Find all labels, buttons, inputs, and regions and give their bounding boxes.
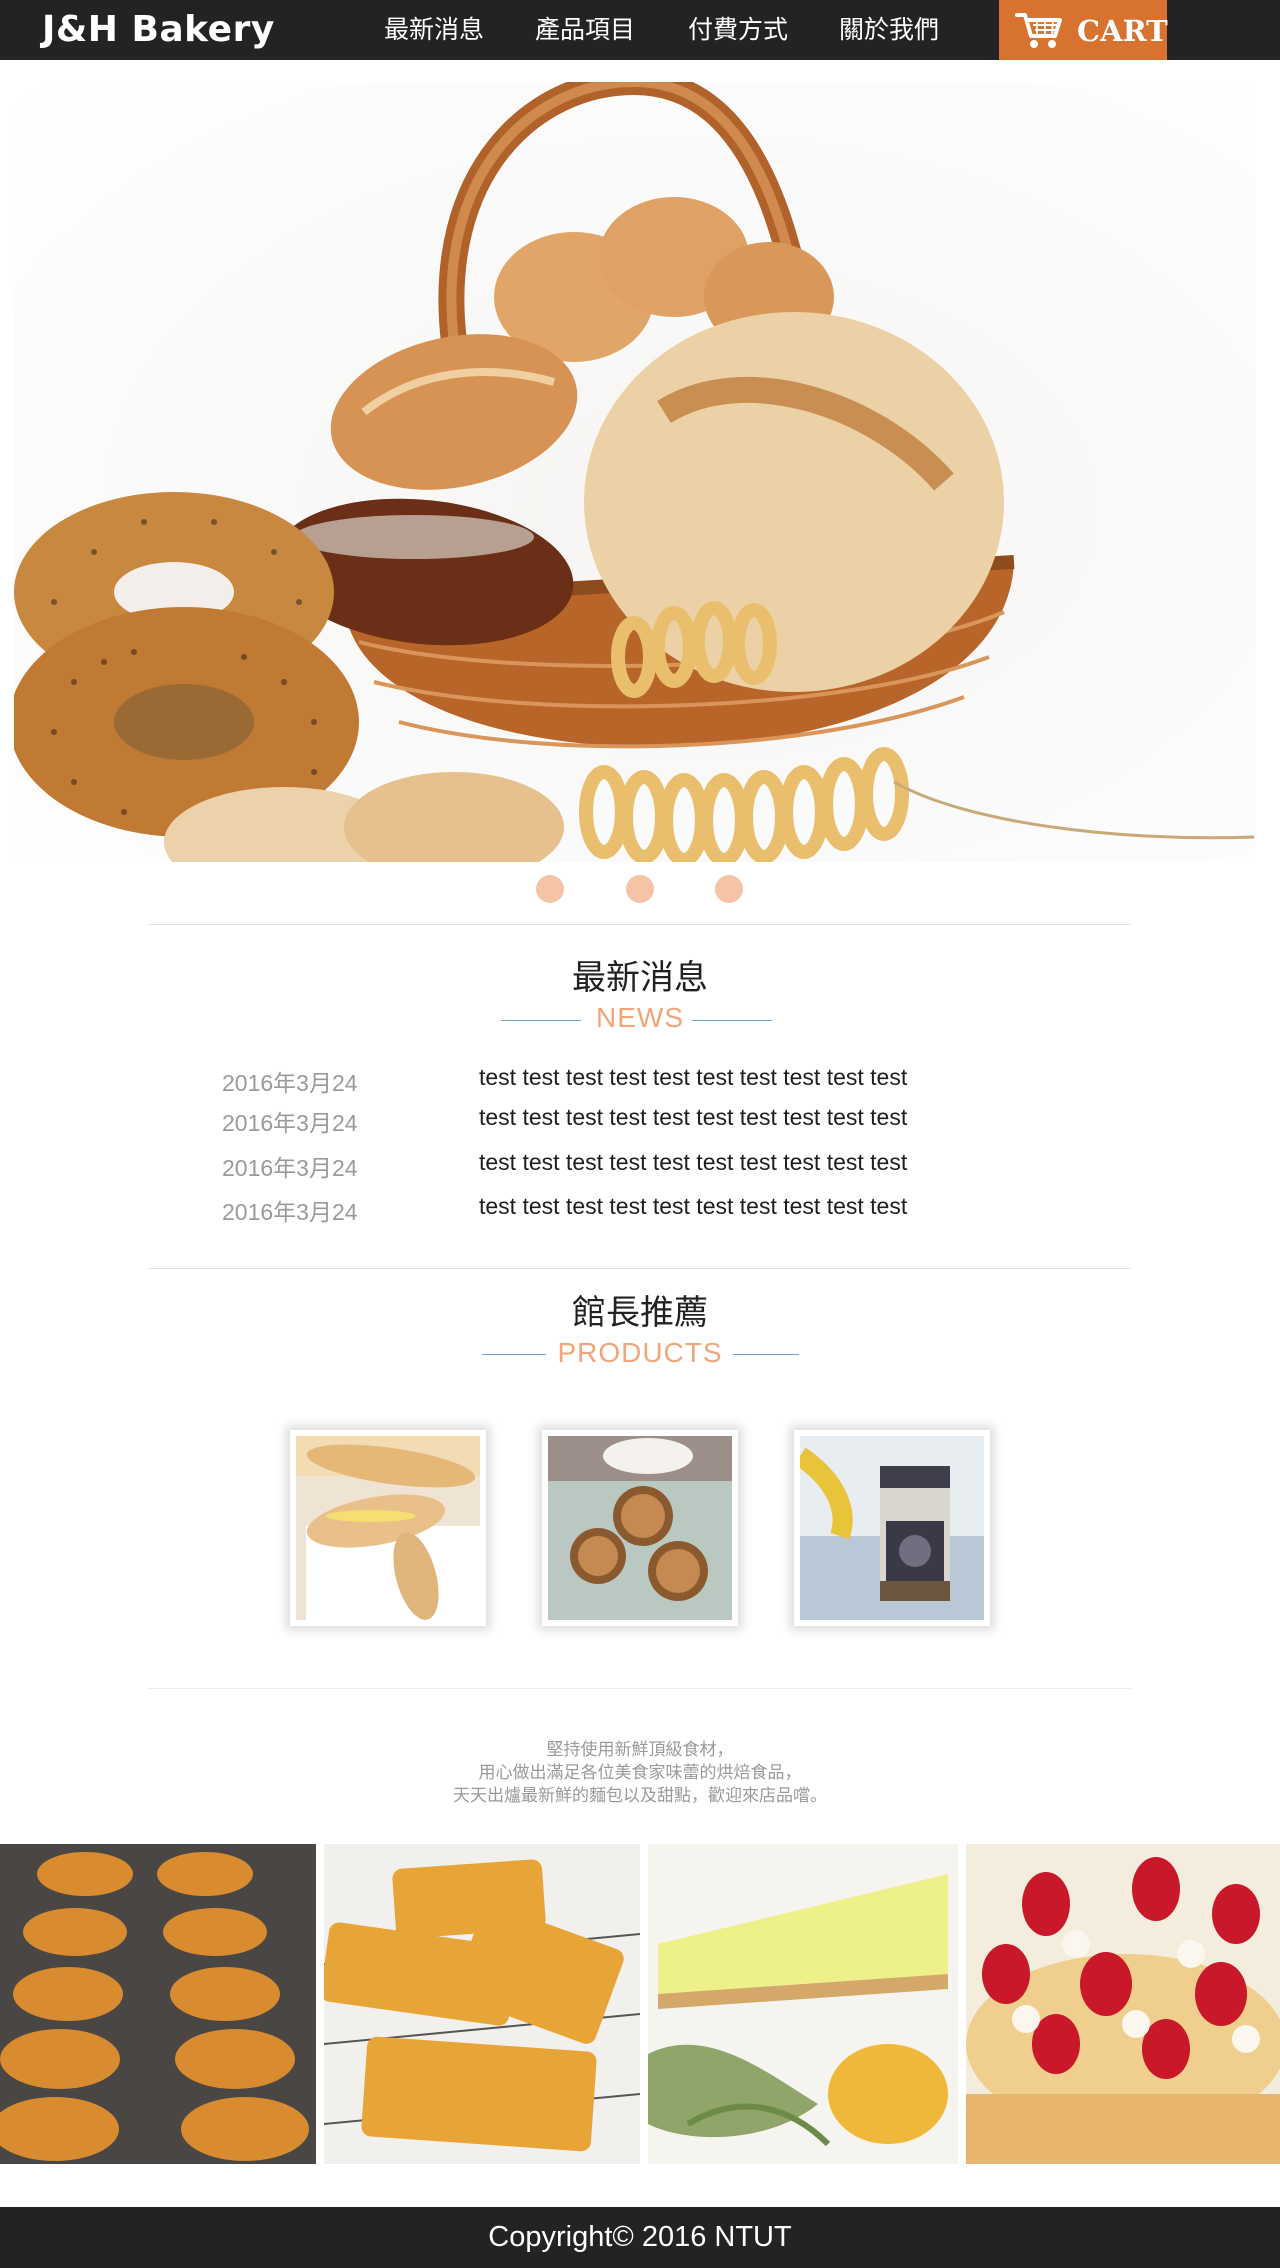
news-text[interactable]: test test test test test test test test … xyxy=(479,1193,907,1220)
news-text[interactable]: test test test test test test test test … xyxy=(479,1064,907,1091)
product-image xyxy=(296,1436,480,1620)
product-card-nut-tarts[interactable] xyxy=(542,1430,738,1626)
nav-item-payment[interactable]: 付費方式 xyxy=(688,0,788,60)
news-date: 2016年3月24 xyxy=(222,1155,358,1181)
gallery-image-madeleines[interactable] xyxy=(0,1844,316,2164)
section-divider xyxy=(148,1688,1131,1689)
news-section-title: 最新消息 xyxy=(572,959,708,997)
top-navigation-bar: J&H Bakery 最新消息 產品項目 付費方式 關於我們 CART xyxy=(0,0,1280,60)
slider-dot-2[interactable] xyxy=(626,875,654,903)
products-section-title: 館長推薦 xyxy=(572,1294,708,1332)
shopping-cart-icon xyxy=(1015,13,1062,48)
gallery-image-lemon-tart[interactable] xyxy=(648,1844,958,2164)
news-text[interactable]: test test test test test test test test … xyxy=(479,1104,907,1131)
news-section-subtitle: NEWS xyxy=(596,1002,684,1033)
news-date: 2016年3月24 xyxy=(222,1070,358,1096)
cart-label: CART xyxy=(1077,14,1168,48)
nav-item-products[interactable]: 產品項目 xyxy=(535,0,635,60)
product-image xyxy=(548,1436,732,1620)
product-card-baguette[interactable] xyxy=(290,1430,486,1626)
tagline-line: 堅持使用新鮮頂級食材， xyxy=(546,1740,734,1759)
products-subtitle-line-right xyxy=(733,1354,799,1355)
section-divider xyxy=(148,1268,1131,1269)
nav-item-about[interactable]: 關於我們 xyxy=(839,0,939,60)
cart-button[interactable]: CART xyxy=(999,0,1168,60)
hero-slider-dots xyxy=(0,875,1280,905)
copyright-text: Copyright© 2016 NTUT xyxy=(488,2221,792,2253)
news-subtitle-line-right xyxy=(692,1020,772,1021)
news-date: 2016年3月24 xyxy=(222,1199,358,1225)
nav-item-news[interactable]: 最新消息 xyxy=(384,0,484,60)
slider-dot-3[interactable] xyxy=(715,875,743,903)
gallery-image-pastries[interactable] xyxy=(324,1844,640,2164)
section-divider xyxy=(148,924,1131,925)
product-image xyxy=(800,1436,984,1620)
site-logo[interactable]: J&H Bakery xyxy=(42,6,275,54)
tagline-line: 用心做出滿足各位美食家味蕾的烘焙食品， xyxy=(478,1763,802,1782)
tagline-line: 天天出爐最新鮮的麵包以及甜點，歡迎來店品嚐。 xyxy=(453,1786,827,1805)
product-card-jar[interactable] xyxy=(794,1430,990,1626)
footer: Copyright© 2016 NTUT xyxy=(0,2207,1280,2268)
news-date: 2016年3月24 xyxy=(222,1110,358,1136)
slider-dot-1[interactable] xyxy=(536,875,564,903)
gallery-image-strawberry-cake[interactable] xyxy=(966,1844,1280,2164)
products-section-subtitle: PRODUCTS xyxy=(557,1337,723,1368)
news-text[interactable]: test test test test test test test test … xyxy=(479,1149,907,1176)
hero-banner-image xyxy=(14,82,1256,862)
